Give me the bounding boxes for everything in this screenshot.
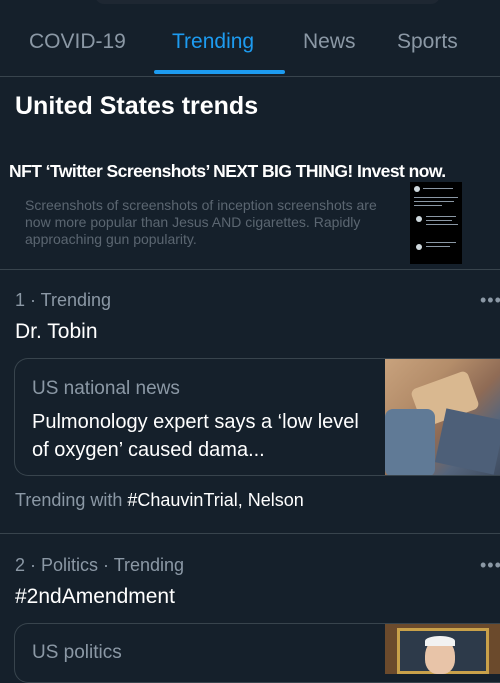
promo-thumbnail	[410, 182, 462, 264]
tab-news[interactable]: News	[303, 30, 356, 54]
trend-context-hashtags[interactable]: #ChauvinTrial, Nelson	[127, 490, 303, 510]
trend-2-name[interactable]: #2ndAmendment	[15, 585, 175, 609]
trend-1-context: Trending with #ChauvinTrial, Nelson	[15, 490, 304, 511]
card-source: US politics	[32, 642, 122, 663]
trend-2-meta: 2 · Politics · Trending	[15, 555, 185, 575]
tab-sports[interactable]: Sports	[397, 30, 458, 54]
tab-trending[interactable]: Trending	[172, 30, 254, 54]
explore-tabs: COVID-19 Trending News Sports	[0, 22, 500, 77]
card-thumbnail-image	[385, 359, 500, 475]
trend-1-more-icon[interactable]: •••	[480, 290, 500, 311]
card-source: US national news	[32, 378, 180, 399]
trend-2-news-card[interactable]: US politics	[14, 623, 500, 683]
trend-1-meta: 1 · Trending	[15, 290, 112, 310]
trend-1-news-card[interactable]: US national news Pulmonology expert says…	[14, 358, 500, 476]
promo-headline: NFT ‘Twitter Screenshots’ NEXT BIG THING…	[9, 161, 446, 181]
trend-context-prefix: Trending with	[15, 490, 128, 510]
tab-covid-19[interactable]: COVID-19	[29, 30, 126, 54]
trend-divider	[0, 533, 500, 534]
active-tab-indicator	[154, 70, 285, 74]
trend-2-more-icon[interactable]: •••	[480, 555, 500, 576]
section-title: United States trends	[15, 92, 259, 120]
trend-1-name[interactable]: Dr. Tobin	[15, 320, 98, 344]
card-headline: Pulmonology expert says a ‘low level of …	[32, 411, 359, 461]
promo-banner[interactable]: NFT ‘Twitter Screenshots’ NEXT BIG THING…	[0, 152, 500, 270]
promo-body: Screenshots of screenshots of inception …	[25, 197, 377, 247]
top-bar-pill	[95, 0, 440, 4]
